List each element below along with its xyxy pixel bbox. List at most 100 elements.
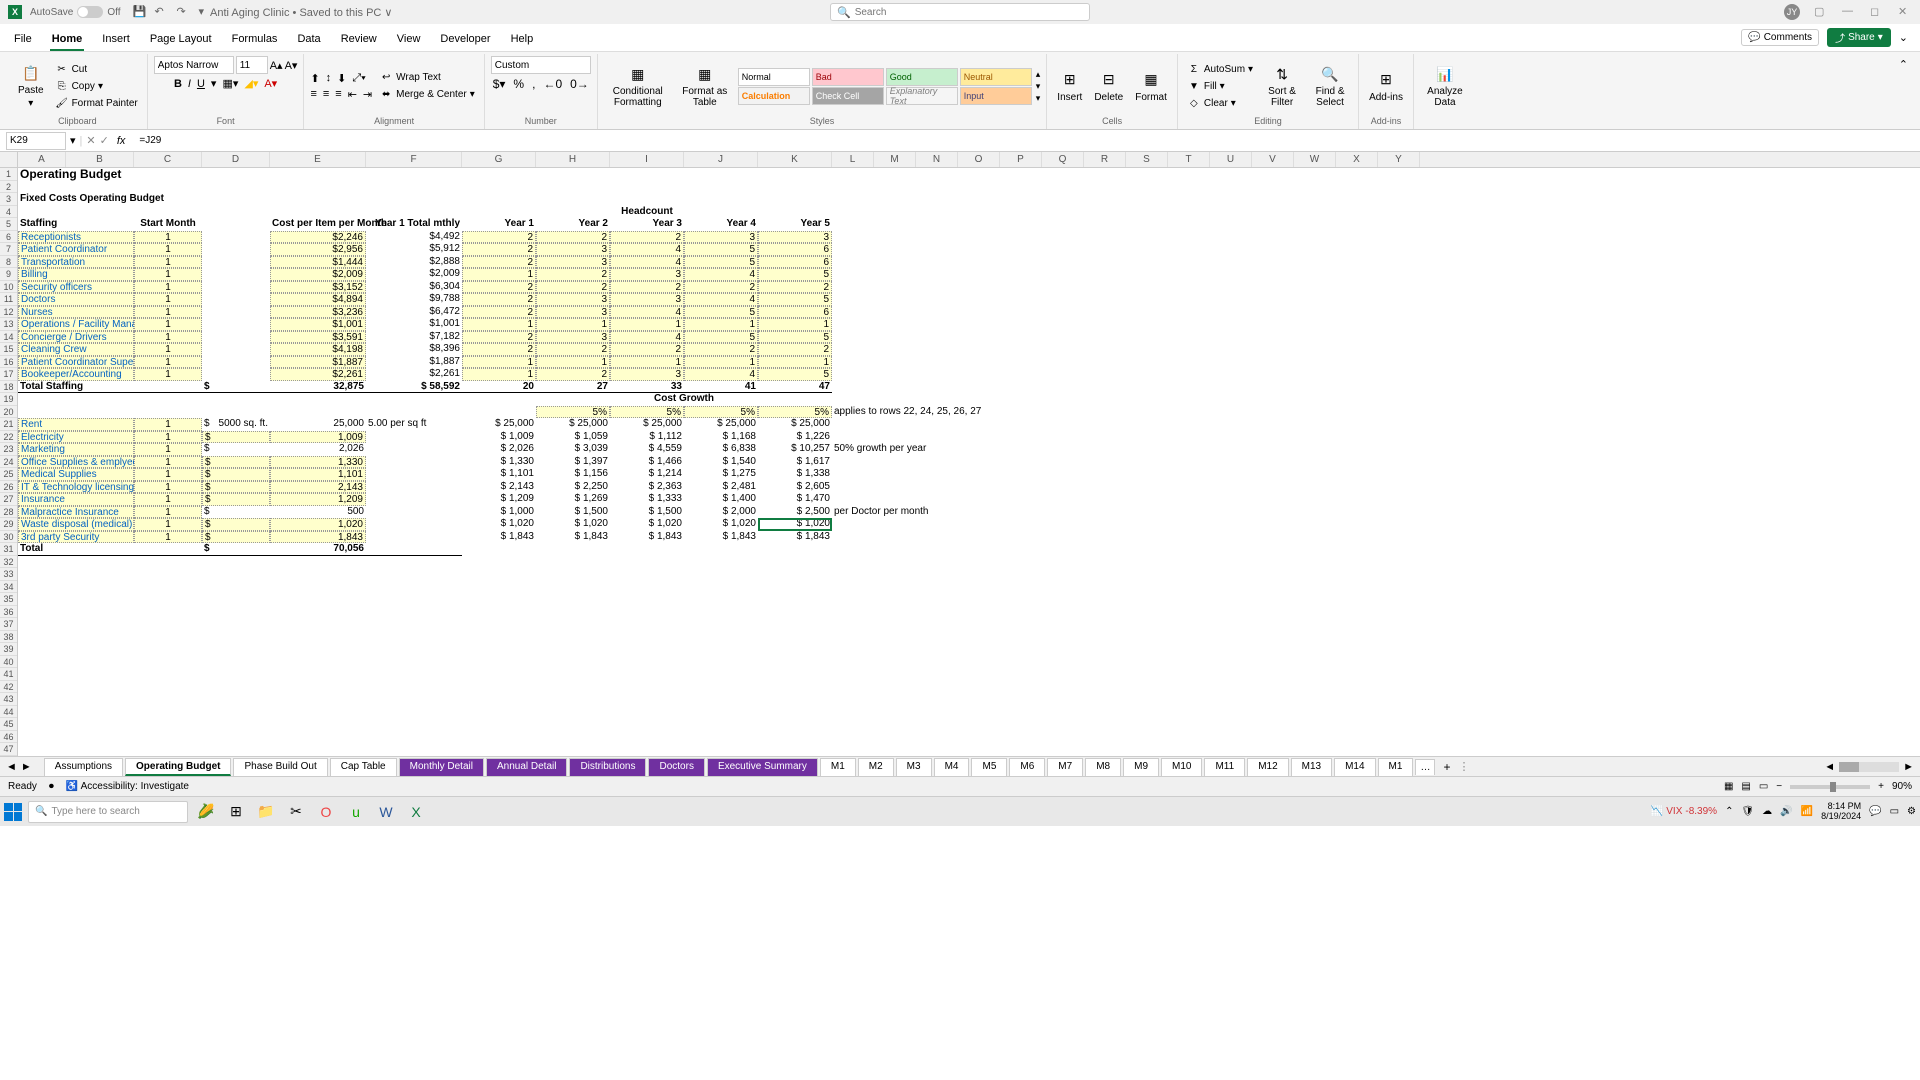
row-header-5[interactable]: 5 <box>0 218 17 231</box>
cell-F31[interactable] <box>366 543 462 556</box>
cell-H5[interactable]: Year 2 <box>536 218 610 231</box>
style-bad[interactable]: Bad <box>812 68 884 86</box>
styles-scroll-down-icon[interactable]: ▾ <box>1036 81 1041 92</box>
cell-I9[interactable]: 3 <box>610 268 684 281</box>
cell-D23[interactable]: $ <box>202 443 270 456</box>
cell-F5[interactable]: Year 1 Total mthly <box>366 218 462 231</box>
cell-A31[interactable]: Total <box>18 543 202 556</box>
cell-E9[interactable]: $2,009 <box>270 268 366 281</box>
taskbar-opera-icon[interactable]: O <box>314 800 338 824</box>
fill-color-button[interactable]: ◢▾ <box>244 77 258 90</box>
style-explanatory[interactable]: Explanatory Text <box>886 87 958 105</box>
row-header-14[interactable]: 14 <box>0 331 17 344</box>
row-header-25[interactable]: 25 <box>0 468 17 481</box>
cell-C12[interactable]: 1 <box>134 306 202 319</box>
row-header-47[interactable]: 47 <box>0 743 17 756</box>
copy-button[interactable]: ⎘Copy ▾ <box>52 78 141 94</box>
cell-I23[interactable]: $ 4,559 <box>610 443 684 456</box>
cell-H8[interactable]: 3 <box>536 256 610 269</box>
menu-tab-formulas[interactable]: Formulas <box>230 29 280 51</box>
col-header-O[interactable]: O <box>958 152 1000 167</box>
cell-C11[interactable]: 1 <box>134 293 202 306</box>
cell-G5[interactable]: Year 1 <box>462 218 536 231</box>
cell-G29[interactable]: $ 1,020 <box>462 518 536 531</box>
wrap-text-button[interactable]: ↩Wrap Text <box>376 70 478 86</box>
cell-E13[interactable]: $1,001 <box>270 318 366 331</box>
cell-F6[interactable]: $4,492 <box>366 231 462 244</box>
cell-L23[interactable]: 50% growth per year <box>832 443 1032 456</box>
name-box-dropdown-icon[interactable]: ▾ <box>70 134 76 147</box>
macro-record-icon[interactable]: ⏺ <box>49 781 54 792</box>
style-check-cell[interactable]: Check Cell <box>812 87 884 105</box>
cell-I27[interactable]: $ 1,333 <box>610 493 684 506</box>
collapse-ribbon-icon[interactable]: ⌄ <box>1899 31 1908 44</box>
cell-I28[interactable]: $ 1,500 <box>610 506 684 519</box>
col-header-R[interactable]: R <box>1084 152 1126 167</box>
cell-C8[interactable]: 1 <box>134 256 202 269</box>
row-header-8[interactable]: 8 <box>0 256 17 269</box>
row-header-22[interactable]: 22 <box>0 431 17 444</box>
cell-E31[interactable]: 70,056 <box>270 543 366 556</box>
row-header-30[interactable]: 30 <box>0 531 17 544</box>
cell-E18[interactable]: 32,875 <box>270 381 366 394</box>
cell-H14[interactable]: 3 <box>536 331 610 344</box>
cell-F16[interactable]: $1,887 <box>366 356 462 369</box>
cell-G24[interactable]: $ 1,330 <box>462 456 536 469</box>
cell-J16[interactable]: 1 <box>684 356 758 369</box>
col-header-P[interactable]: P <box>1000 152 1042 167</box>
row-header-21[interactable]: 21 <box>0 418 17 431</box>
sheet-tab-m11[interactable]: M11 <box>1204 758 1245 776</box>
menu-tab-file[interactable]: File <box>12 29 34 51</box>
cell-I24[interactable]: $ 1,466 <box>610 456 684 469</box>
row-header-13[interactable]: 13 <box>0 318 17 331</box>
cell-K17[interactable]: 5 <box>758 368 832 381</box>
row-header-41[interactable]: 41 <box>0 668 17 681</box>
addins-button[interactable]: ⊞Add-ins <box>1365 68 1407 105</box>
col-header-M[interactable]: M <box>874 152 916 167</box>
sheet-tab-m5[interactable]: M5 <box>971 758 1007 776</box>
cell-A1[interactable]: Operating Budget <box>18 168 218 181</box>
row-header-38[interactable]: 38 <box>0 631 17 644</box>
autosum-button[interactable]: ΣAutoSum ▾ <box>1184 61 1256 77</box>
row-header-34[interactable]: 34 <box>0 581 17 594</box>
cell-J8[interactable]: 5 <box>684 256 758 269</box>
col-header-A[interactable]: A <box>18 152 66 167</box>
cell-G27[interactable]: $ 1,209 <box>462 493 536 506</box>
cell-H17[interactable]: 2 <box>536 368 610 381</box>
col-header-Q[interactable]: Q <box>1042 152 1084 167</box>
row-header-18[interactable]: 18 <box>0 381 17 394</box>
cell-G23[interactable]: $ 2,026 <box>462 443 536 456</box>
clear-button[interactable]: ◇Clear ▾ <box>1184 95 1256 111</box>
bold-button[interactable]: B <box>174 78 182 90</box>
align-top-icon[interactable]: ⬆ <box>310 72 319 85</box>
cell-I5[interactable]: Year 3 <box>610 218 684 231</box>
cell-C13[interactable]: 1 <box>134 318 202 331</box>
cell-G9[interactable]: 1 <box>462 268 536 281</box>
cell-A15[interactable]: Cleaning Crew <box>18 343 134 356</box>
autosave-toggle[interactable]: AutoSave Off <box>30 6 121 18</box>
align-left-icon[interactable]: ≡ <box>310 88 316 100</box>
cell-J18[interactable]: 41 <box>684 381 758 394</box>
align-right-icon[interactable]: ≡ <box>335 88 341 100</box>
cell-K13[interactable]: 1 <box>758 318 832 331</box>
cell-H28[interactable]: $ 1,500 <box>536 506 610 519</box>
row-header-40[interactable]: 40 <box>0 656 17 669</box>
cell-K23[interactable]: $ 10,257 <box>758 443 832 456</box>
tray-notifications-icon[interactable]: 💬 <box>1869 806 1881 817</box>
cell-J15[interactable]: 2 <box>684 343 758 356</box>
cell-E15[interactable]: $4,198 <box>270 343 366 356</box>
row-header-29[interactable]: 29 <box>0 518 17 531</box>
sheet-tab-m3[interactable]: M3 <box>896 758 932 776</box>
sheet-tab-m10[interactable]: M10 <box>1161 758 1202 776</box>
cell-J10[interactable]: 2 <box>684 281 758 294</box>
cell-D21[interactable]: $ <box>202 418 270 431</box>
cell-C22[interactable]: 1 <box>134 431 202 444</box>
cell-A14[interactable]: Concierge / Drivers <box>18 331 134 344</box>
cell-A13[interactable]: Operations / Facility Manager <box>18 318 134 331</box>
cell-I21[interactable]: $ 25,000 <box>610 418 684 431</box>
tray-volume-icon[interactable]: 🔊 <box>1780 806 1792 817</box>
row-header-46[interactable]: 46 <box>0 731 17 744</box>
cell-C21[interactable]: 1 <box>134 418 202 431</box>
sort-filter-button[interactable]: ⇅Sort & Filter <box>1260 62 1304 110</box>
row-header-10[interactable]: 10 <box>0 281 17 294</box>
